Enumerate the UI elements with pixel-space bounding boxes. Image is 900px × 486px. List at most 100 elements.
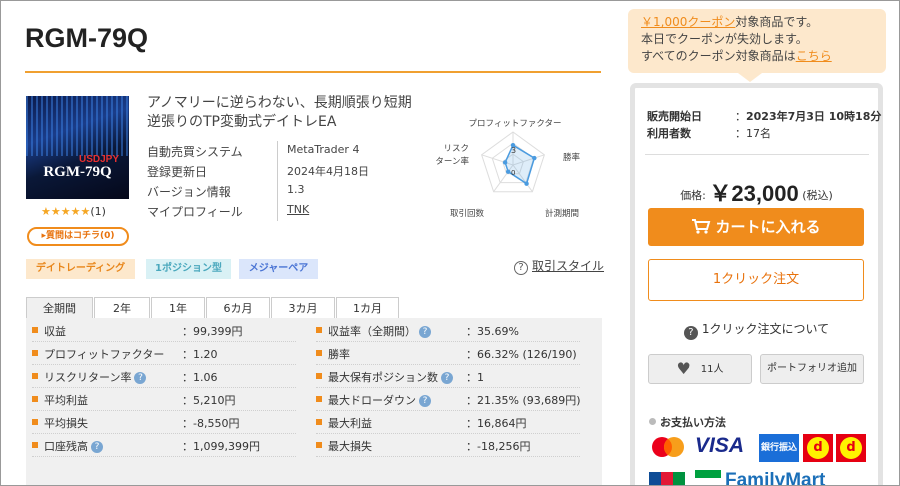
tab-2y[interactable]: 2年 (94, 297, 150, 319)
colon: ： (466, 325, 477, 338)
tab-1m[interactable]: 1カ月 (336, 297, 399, 319)
radar-label-period: 計測期間 (545, 208, 579, 219)
colon: ： (735, 127, 746, 140)
stat-label-text: 平均損失 (44, 417, 88, 430)
stat-value-text: 1 (477, 371, 484, 384)
radar-point (502, 160, 508, 165)
radar-point (532, 155, 537, 161)
help-icon[interactable]: ? (419, 326, 431, 338)
radar-point (524, 181, 529, 186)
about-one-click[interactable]: ? 1クリック注文について (635, 320, 878, 340)
info-value: MetaTrader 4 (287, 143, 360, 156)
favorite-button[interactable]: ♥ 11人 (648, 354, 752, 384)
familymart-stripe-white (695, 479, 721, 485)
row-divider (32, 341, 296, 342)
visa-logo: VISA (695, 434, 745, 457)
stat-row: 平均利益 ：5,210円 (32, 389, 304, 411)
question-icon: ? (683, 326, 698, 340)
coupon-line-1-text: 対象商品です。 (735, 15, 819, 29)
stat-value: ：5,210円 (182, 392, 236, 408)
coupon-arrow (738, 73, 762, 82)
tax-note: (税込) (802, 189, 833, 202)
stat-bullet (32, 442, 38, 448)
stat-label: 収益 (44, 323, 66, 339)
stat-value: ：35.69% (466, 323, 519, 339)
purchase-box: 販売開始日 ：2023年7月3日 10時18分 利用者数 ：17名 価格: ￥2… (630, 83, 883, 485)
tag-daytrade[interactable]: デイトレーディング (26, 259, 135, 279)
payment-heading-text: お支払い方法 (660, 416, 726, 429)
sale-divider (645, 154, 869, 155)
radar-label-trades: 取引回数 (450, 208, 485, 219)
stat-label-text: 最大損失 (328, 440, 372, 453)
colon: ： (182, 394, 193, 407)
stat-bullet (32, 373, 38, 379)
row-divider (316, 456, 580, 457)
stat-value-text: 1,099,399円 (193, 440, 260, 453)
help-icon[interactable]: ? (91, 441, 103, 453)
radar-label-return: ターン率 (435, 156, 469, 167)
sale-start-value: ：2023年7月3日 10時18分 (735, 108, 881, 124)
stat-label-text: 最大保有ポジション数 (328, 371, 438, 384)
tag-single-position[interactable]: 1ポジション型 (146, 259, 231, 279)
radar-label-pf: プロフィットファクター (469, 119, 562, 129)
stat-row: 勝率 ：66.32% (126/190) (316, 343, 588, 365)
tab-1y[interactable]: 1年 (151, 297, 205, 319)
product-thumbnail[interactable]: USDJPY RGM-79Q (26, 96, 129, 199)
tab-3m[interactable]: 3カ月 (271, 297, 335, 319)
colon: ： (182, 371, 193, 384)
profile-link[interactable]: TNK (287, 203, 309, 216)
stat-label: 平均損失 (44, 415, 88, 431)
rating[interactable]: ★★★★★(1) (41, 205, 106, 218)
stat-value: ：66.32% (126/190) (466, 346, 577, 362)
stat-row: 最大利益 ：16,864円 (316, 412, 588, 434)
trading-style-help[interactable]: ? 取引スタイル (514, 257, 604, 275)
d-point-logo: d (836, 434, 866, 462)
coupon-link[interactable]: ￥1,000クーポン (641, 15, 735, 29)
stat-row: 平均損失 ：-8,550円 (32, 412, 304, 434)
one-click-order-button[interactable]: 1クリック注文 (648, 259, 864, 301)
radar-scale-min: 0 (511, 169, 515, 177)
stat-value: ：21.35% (93,689円) (466, 392, 581, 408)
stat-row: リスクリターン率? ：1.06 (32, 366, 304, 388)
help-icon[interactable]: ? (441, 372, 453, 384)
thumbnail-name: RGM-79Q (43, 164, 112, 180)
d-point-mark: d (840, 437, 862, 459)
row-divider (316, 410, 580, 411)
stat-value: ：1.20 (182, 346, 218, 362)
stat-bullet (32, 327, 38, 333)
add-portfolio-button[interactable]: ポートフォリオ追加 (760, 354, 864, 384)
stat-bullet (32, 350, 38, 356)
page-frame: RGM-79Q USDJPY RGM-79Q ★★★★★(1) ▸質問はコチラ(… (0, 0, 900, 486)
tab-6m[interactable]: 6カ月 (206, 297, 270, 319)
info-value: 1.3 (287, 183, 305, 196)
rating-stars: ★★★★★ (41, 205, 91, 218)
add-to-cart-button[interactable]: カートに入れる (648, 208, 864, 246)
stat-value-text: 21.35% (93,689円) (477, 394, 581, 407)
radar-data-shape (504, 144, 536, 185)
help-icon[interactable]: ? (419, 395, 431, 407)
colon: ： (182, 417, 193, 430)
d-payment-mark: d (807, 437, 829, 459)
coupon-line-2: 本日でクーポンが失効します。 (641, 32, 808, 46)
tab-all[interactable]: 全期間 (26, 297, 93, 319)
stat-label-text: 口座残高 (44, 440, 88, 453)
stat-label-text: プロフィットファクター (44, 348, 165, 361)
stat-bullet (316, 419, 322, 425)
coupon-line-3-text: すべてのクーポン対象商品は (641, 49, 796, 63)
radar-label-risk: リスク (443, 144, 469, 154)
question-button[interactable]: ▸質問はコチラ(0) (27, 227, 129, 246)
stat-label-text: 収益 (44, 325, 66, 338)
trading-style-link[interactable]: 取引スタイル (532, 259, 604, 273)
stat-label: 勝率 (328, 346, 350, 362)
tag-major-pair[interactable]: メジャーペア (239, 259, 318, 279)
help-icon[interactable]: ? (134, 372, 147, 384)
colon: ： (182, 325, 193, 338)
stat-bullet (316, 396, 322, 402)
coupon-all-link[interactable]: こちら (796, 49, 832, 63)
question-icon: ? (514, 261, 528, 275)
title-divider (25, 71, 601, 73)
stat-value-text: 35.69% (477, 325, 519, 338)
rating-count: (1) (90, 205, 106, 218)
row-divider (32, 456, 296, 457)
stat-bullet (316, 442, 322, 448)
